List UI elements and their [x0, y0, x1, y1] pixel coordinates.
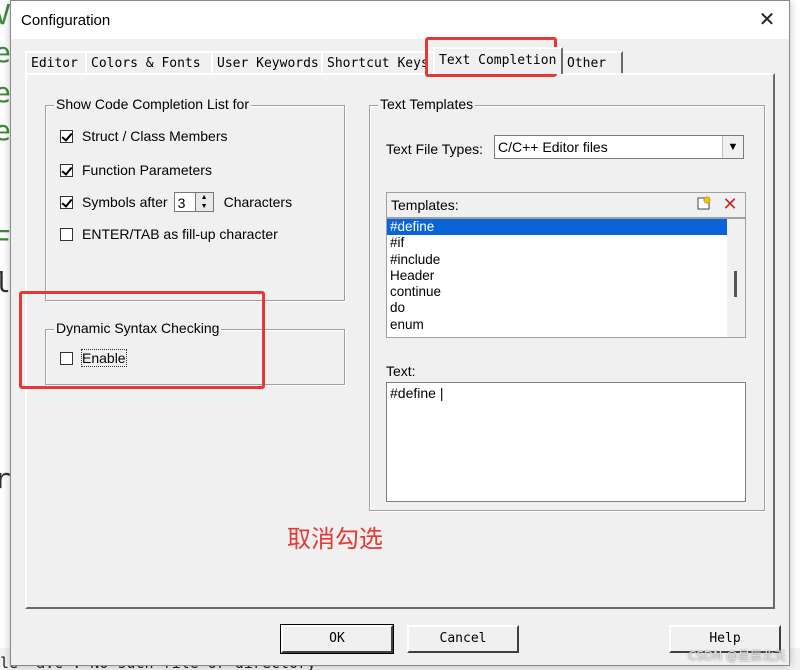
symbols-count-spinner[interactable]: 3 ▲ ▼ [173, 192, 214, 212]
chevron-down-icon[interactable]: ▼ [722, 136, 743, 158]
tab-shortcut-keys[interactable]: Shortcut Keys [321, 51, 435, 73]
function-params-label: Function Parameters [82, 162, 212, 178]
function-params-checkbox[interactable] [60, 163, 73, 177]
dialog-title: Configuration [21, 12, 111, 29]
templates-header: Templates: ✕ [386, 192, 746, 218]
file-types-value: C/C++ Editor files [498, 139, 608, 155]
tab-text-completion[interactable]: Text Completion [433, 47, 563, 74]
spin-up-icon[interactable]: ▲ [195, 193, 213, 202]
file-types-select[interactable]: C/C++ Editor files ▼ [494, 135, 744, 159]
cancel-button[interactable]: Cancel [407, 625, 519, 653]
text-label: Text: [386, 363, 416, 379]
watermark: CSDN @星辰北天 [687, 649, 786, 663]
delete-template-icon[interactable]: ✕ [719, 194, 741, 214]
list-item[interactable]: Header [387, 268, 745, 284]
enter-tab-checkbox[interactable] [60, 227, 73, 241]
templates-scrollbar[interactable] [727, 219, 745, 337]
template-text-value: #define | [390, 385, 444, 401]
tab-other[interactable]: Other [561, 51, 623, 73]
function-params-option[interactable]: Function Parameters [60, 162, 212, 178]
list-item[interactable]: do [387, 300, 745, 316]
list-item[interactable]: #define [387, 219, 745, 236]
enter-tab-label: ENTER/TAB as fill-up character [82, 226, 278, 242]
characters-label: Characters [223, 194, 293, 210]
completion-group: Show Code Completion List for Struct / C… [45, 96, 345, 301]
tab-editor[interactable]: Editor [25, 51, 87, 73]
new-template-icon[interactable] [693, 195, 715, 215]
annotation-box-syntax [19, 291, 265, 389]
templates-group-legend: Text Templates [378, 96, 476, 112]
template-text-area[interactable]: #define | [386, 382, 746, 502]
symbols-count-value[interactable]: 3 [173, 192, 196, 212]
templates-list[interactable]: #define #if #include Header continue do … [386, 218, 746, 338]
list-item[interactable]: continue [387, 284, 745, 300]
list-item[interactable]: enum [387, 317, 745, 333]
struct-members-option[interactable]: Struct / Class Members [60, 128, 227, 144]
tab-panel: Show Code Completion List for Struct / C… [19, 73, 775, 609]
annotation-text: 取消勾选 [287, 525, 383, 553]
list-item[interactable]: #if [387, 235, 745, 251]
templates-label: Templates: [391, 197, 459, 213]
title-bar: Configuration ✕ [11, 1, 789, 39]
completion-group-legend: Show Code Completion List for [54, 96, 251, 112]
close-icon[interactable]: ✕ [753, 7, 781, 33]
symbols-after-checkbox[interactable] [60, 195, 73, 209]
symbols-after-option[interactable]: Symbols after 3 ▲ ▼ Characters [60, 192, 292, 212]
list-item[interactable]: #include [387, 252, 745, 268]
ok-button[interactable]: OK [280, 624, 394, 654]
spinner-arrows[interactable]: ▲ ▼ [195, 192, 214, 212]
spin-down-icon[interactable]: ▼ [195, 202, 213, 211]
symbols-after-label: Symbols after [82, 194, 168, 210]
struct-members-label: Struct / Class Members [82, 128, 228, 144]
tab-user-keywords[interactable]: User Keywords [211, 51, 323, 73]
scrollbar-thumb[interactable] [734, 271, 737, 297]
enter-tab-option[interactable]: ENTER/TAB as fill-up character [60, 226, 278, 242]
tab-colors-fonts[interactable]: Colors & Fonts [85, 51, 213, 73]
file-types-label: Text File Types: [386, 141, 484, 157]
templates-group: Text Templates Text File Types: C/C++ Ed… [369, 96, 765, 511]
configuration-dialog: Configuration ✕ Editor Colors & Fonts Us… [10, 0, 790, 666]
struct-members-checkbox[interactable] [60, 129, 73, 143]
